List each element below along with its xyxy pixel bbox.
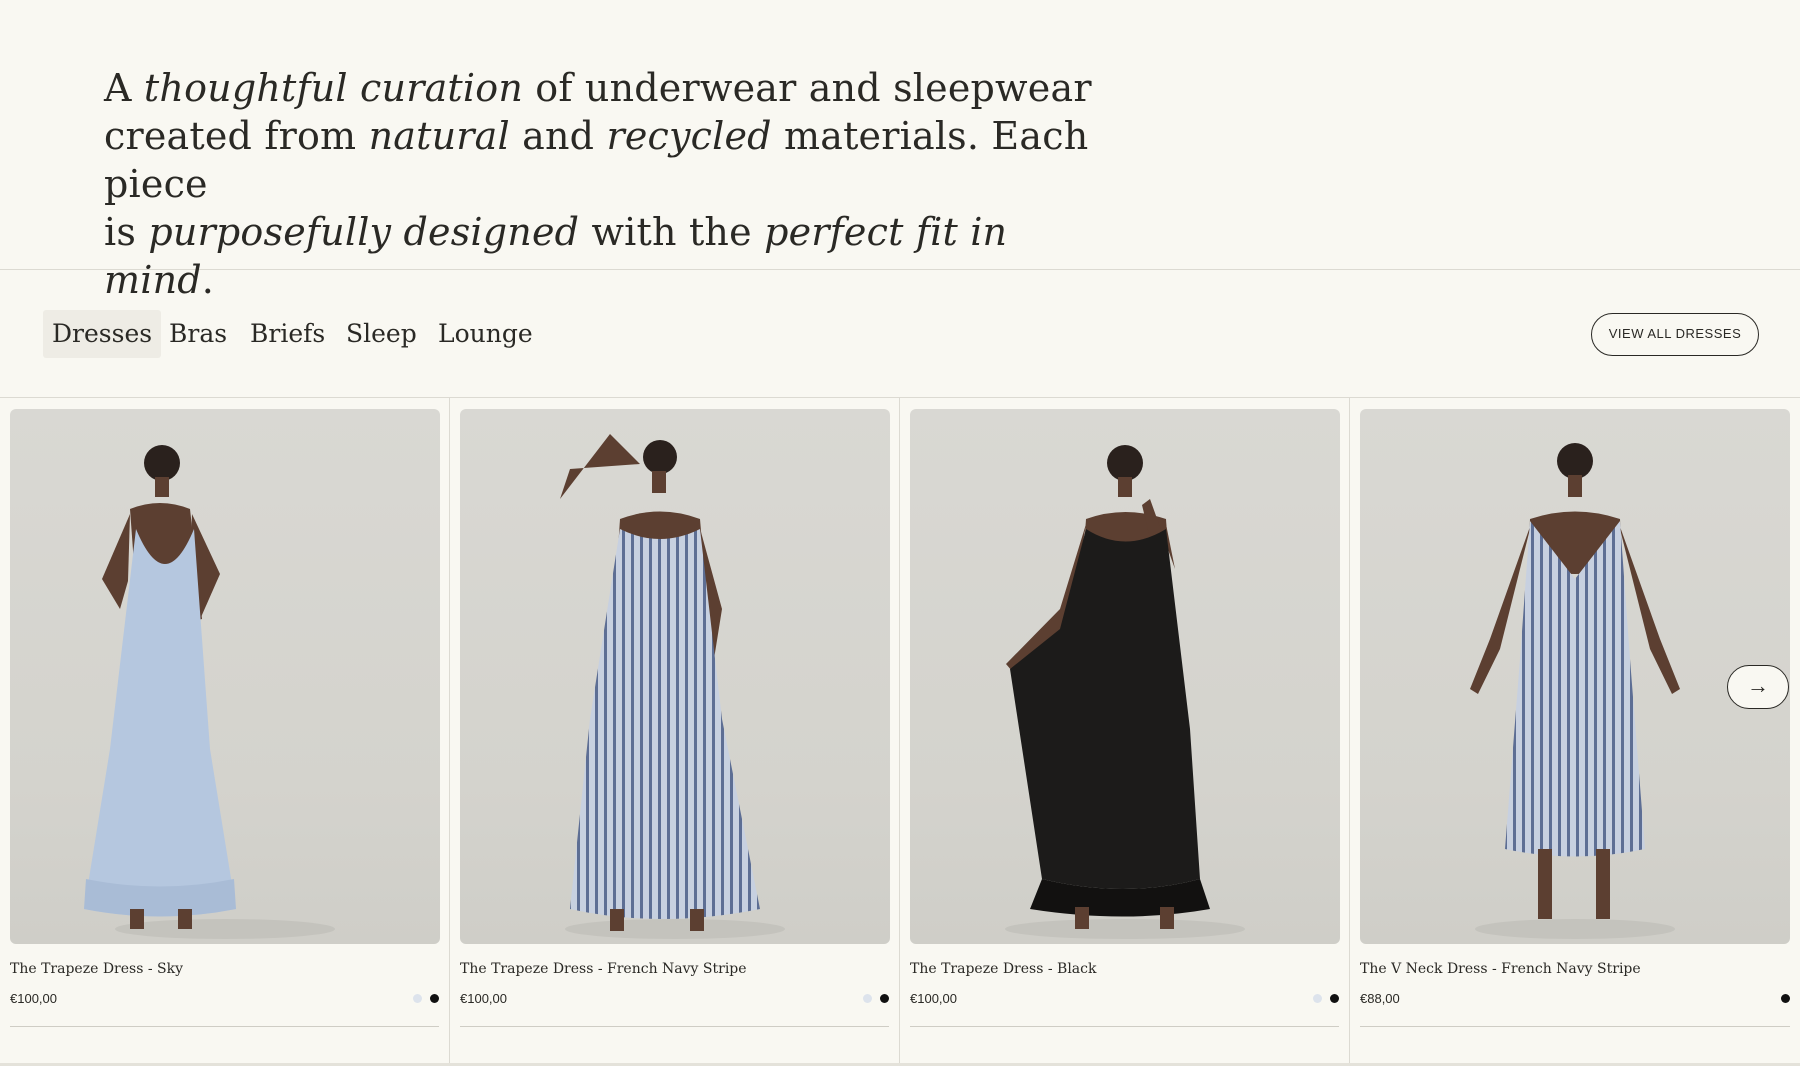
dress-stripe-illustration [560,434,785,939]
view-all-dresses-button[interactable]: VIEW ALL DRESSES [1591,313,1759,356]
swatch-black[interactable] [430,994,439,1003]
card-divider [460,1026,889,1027]
carousel-next-arrow-icon[interactable]: → [1727,665,1789,709]
product-card[interactable]: The Trapeze Dress - Sky €100,00 [0,398,450,1066]
dress-vneck-illustration [1470,443,1680,939]
product-name[interactable]: The Trapeze Dress - Sky [10,961,183,977]
product-image[interactable] [460,409,890,944]
dress-black-illustration [1005,445,1245,939]
swatch-light[interactable] [413,994,422,1003]
card-divider [10,1026,439,1027]
color-swatches [1773,994,1790,1004]
product-name[interactable]: The Trapeze Dress - French Navy Stripe [460,961,747,977]
hero-section: A thoughtful curation of underwear and s… [0,0,1800,302]
tab-dresses[interactable]: Dresses [43,310,162,358]
dress-fill [1010,529,1200,889]
color-swatches [1305,994,1339,1004]
product-image[interactable] [910,409,1340,944]
product-price: €100,00 [460,991,507,1006]
category-tabs: Dresses Bras Briefs Sleep Lounge VIEW AL… [0,270,1800,398]
product-price: €100,00 [910,991,957,1006]
swatch-light[interactable] [1313,994,1322,1003]
tab-lounge[interactable]: Lounge [429,310,542,358]
product-image[interactable] [1360,409,1790,944]
color-swatches [855,994,889,1004]
tab-sleep[interactable]: Sleep [337,310,426,358]
color-swatches [405,994,439,1004]
swatch-light[interactable] [863,994,872,1003]
tab-bras[interactable]: Bras [160,310,236,358]
swatch-black[interactable] [880,994,889,1003]
product-price: €88,00 [1360,991,1400,1006]
product-carousel: The Trapeze Dress - Sky €100,00 The Trap… [0,398,1800,1066]
swatch-black[interactable] [1781,994,1790,1003]
product-price: €100,00 [10,991,57,1006]
tab-briefs[interactable]: Briefs [241,310,334,358]
card-divider [910,1026,1339,1027]
product-name[interactable]: The Trapeze Dress - Black [910,961,1096,977]
swatch-black[interactable] [1330,994,1339,1003]
hero-tagline: A thoughtful curation of underwear and s… [104,66,1092,302]
dress-back-illustration [84,445,335,939]
product-name[interactable]: The V Neck Dress - French Navy Stripe [1360,961,1641,977]
dress-fill [570,529,760,919]
product-card[interactable]: The Trapeze Dress - Black €100,00 [900,398,1350,1066]
card-divider [1360,1026,1790,1027]
product-card[interactable]: The Trapeze Dress - French Navy Stripe €… [450,398,900,1066]
product-card[interactable]: The V Neck Dress - French Navy Stripe €8… [1350,398,1800,1066]
product-image[interactable] [10,409,440,944]
